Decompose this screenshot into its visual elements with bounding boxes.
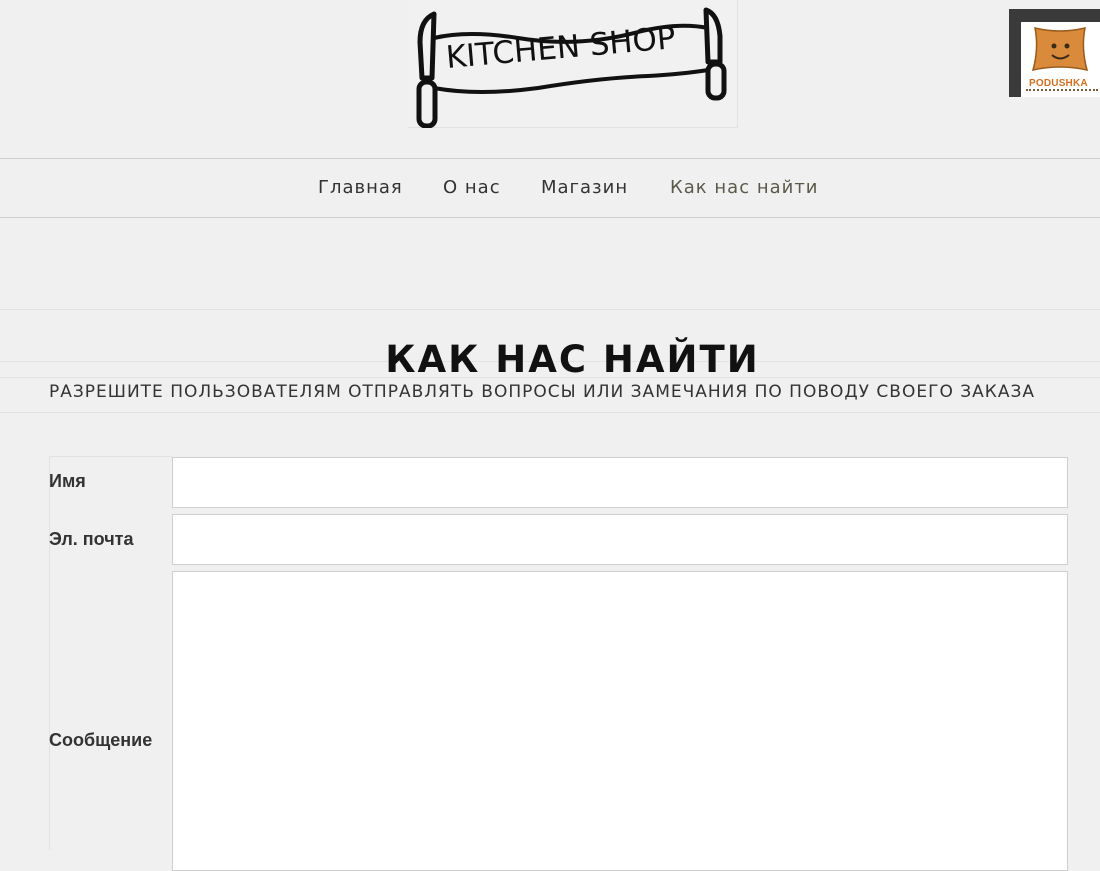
partner-brand-text: PODUSHKA: [1029, 78, 1088, 89]
email-label: Эл. почта: [49, 529, 134, 549]
nav-item-about[interactable]: О нас: [443, 177, 501, 198]
name-label: Имя: [49, 471, 86, 491]
partner-badge[interactable]: PODUSHKA: [1009, 9, 1100, 97]
message-label: Сообщение: [49, 730, 153, 750]
email-field[interactable]: [172, 514, 1068, 565]
kitchen-shop-logo[interactable]: KITCHEN SHOP: [408, 0, 738, 128]
name-field[interactable]: [172, 457, 1068, 508]
title-band: КАК НАС НАЙТИ: [0, 309, 1100, 381]
main-nav: Главная О нас Магазин Как нас найти: [0, 158, 1100, 218]
form-label-column: [49, 456, 172, 850]
contact-form: Имя Эл. почта Сообщение: [49, 456, 1069, 871]
page-title: КАК НАС НАЙТИ: [385, 337, 760, 381]
nav-item-home[interactable]: Главная: [318, 177, 403, 198]
partner-logo: PODUSHKA: [1021, 22, 1100, 97]
nav-item-contacts[interactable]: Как нас найти: [670, 177, 819, 198]
dashed-divider: [15, 244, 1100, 249]
subtitle-band: РАЗРЕШИТЕ ПОЛЬЗОВАТЕЛЯМ ОТПРАВЛЯТЬ ВОПРО…: [0, 377, 1100, 413]
partner-tagline-decoration: [1026, 89, 1098, 94]
site-header: KITCHEN SHOP PODUSHKA: [0, 0, 1100, 158]
page-subtitle: РАЗРЕШИТЕ ПОЛЬЗОВАТЕЛЯМ ОТПРАВЛЯТЬ ВОПРО…: [49, 382, 1035, 402]
pillow-logo-icon: [1031, 26, 1089, 72]
message-field[interactable]: [172, 571, 1068, 871]
nav-item-shop[interactable]: Магазин: [541, 177, 628, 198]
